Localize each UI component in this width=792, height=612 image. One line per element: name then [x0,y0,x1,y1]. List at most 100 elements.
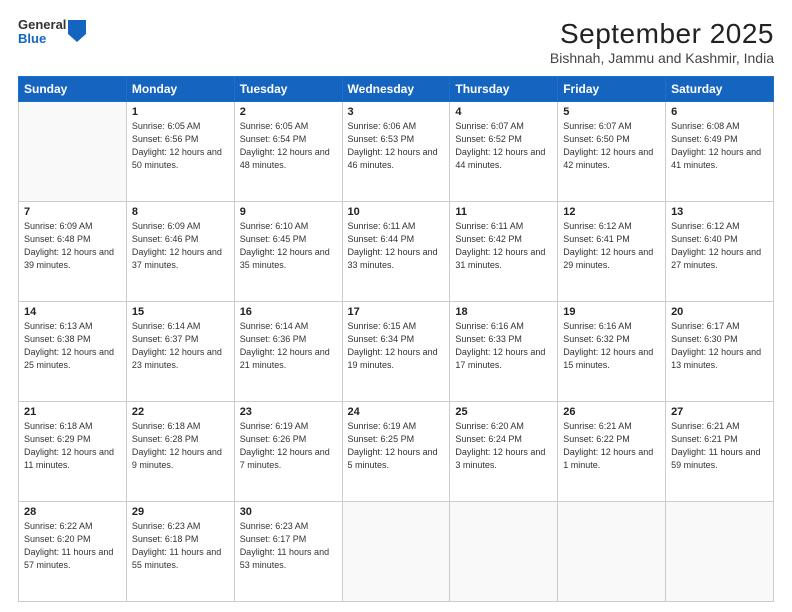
calendar-cell: 14Sunrise: 6:13 AMSunset: 6:38 PMDayligh… [19,302,127,402]
calendar-cell: 26Sunrise: 6:21 AMSunset: 6:22 PMDayligh… [558,402,666,502]
calendar-cell: 17 Sunrise: 6:15 AMSunset: 6:34 PMDayligh… [342,302,450,402]
calendar-cell: 28 Sunrise: 6:22 AMSunset: 6:20 PMDayligh… [19,502,127,602]
calendar-cell: 20 Sunrise: 6:17 AMSunset: 6:30 PMDayligh… [666,302,774,402]
calendar-cell: 15Sunrise: 6:14 AMSunset: 6:37 PMDayligh… [126,302,234,402]
day-info: Sunrise: 6:19 AMSunset: 6:25 PMDaylight:… [348,420,445,472]
title-area: September 2025 Bishnah, Jammu and Kashmi… [550,18,774,66]
calendar-cell: 7Sunrise: 6:09 AMSunset: 6:48 PMDaylight… [19,202,127,302]
weekday-header-monday: Monday [126,77,234,102]
day-info: Sunrise: 6:06 AMSunset: 6:53 PMDaylight:… [348,120,445,172]
day-info: Sunrise: 6:10 AMSunset: 6:45 PMDaylight:… [240,220,337,272]
day-number: 5 [563,106,660,118]
day-info: Sunrise: 6:20 AMSunset: 6:24 PMDaylight:… [455,420,552,472]
day-number: 24 [348,406,445,418]
day-number: 12 [563,206,660,218]
day-number: 18 [455,306,552,318]
calendar-cell: 27 Sunrise: 6:21 AMSunset: 6:21 PMDayligh… [666,402,774,502]
day-number: 11 [455,206,552,218]
day-number: 20 [671,306,768,318]
calendar-cell: 13Sunrise: 6:12 AMSunset: 6:40 PMDayligh… [666,202,774,302]
week-row-5: 28 Sunrise: 6:22 AMSunset: 6:20 PMDayligh… [19,502,774,602]
calendar-cell [19,102,127,202]
day-info: Sunrise: 6:15 AMSunset: 6:34 PMDaylight:… [348,320,445,372]
day-info: Sunrise: 6:11 AMSunset: 6:44 PMDaylight:… [348,220,445,272]
day-info: Sunrise: 6:05 AMSunset: 6:54 PMDaylight:… [240,120,337,172]
calendar-cell: 12 Sunrise: 6:12 AMSunset: 6:41 PMDayligh… [558,202,666,302]
day-info: Sunrise: 6:16 AMSunset: 6:32 PMDaylight:… [563,320,660,372]
day-info: Sunrise: 6:05 AMSunset: 6:56 PMDaylight:… [132,120,229,172]
day-info: Sunrise: 6:21 AMSunset: 6:21 PMDaylight:… [671,420,768,472]
logo-text: General Blue [18,18,66,47]
day-number: 15 [132,306,229,318]
calendar-cell: 21 Sunrise: 6:18 AMSunset: 6:29 PMDayligh… [19,402,127,502]
logo-general: General [18,18,66,32]
week-row-1: 1 Sunrise: 6:05 AMSunset: 6:56 PMDaylight… [19,102,774,202]
header-row: SundayMondayTuesdayWednesdayThursdayFrid… [19,77,774,102]
day-info: Sunrise: 6:11 AMSunset: 6:42 PMDaylight:… [455,220,552,272]
logo-blue: Blue [18,32,66,46]
day-info: Sunrise: 6:09 AMSunset: 6:46 PMDaylight:… [132,220,229,272]
calendar-cell: 30Sunrise: 6:23 AMSunset: 6:17 PMDayligh… [234,502,342,602]
day-number: 1 [132,106,229,118]
calendar-cell: 18 Sunrise: 6:16 AMSunset: 6:33 PMDayligh… [450,302,558,402]
calendar-cell: 19 Sunrise: 6:16 AMSunset: 6:32 PMDayligh… [558,302,666,402]
day-number: 23 [240,406,337,418]
day-number: 21 [24,406,121,418]
day-number: 16 [240,306,337,318]
calendar-table: SundayMondayTuesdayWednesdayThursdayFrid… [18,76,774,602]
calendar-cell [450,502,558,602]
day-number: 17 [348,306,445,318]
day-info: Sunrise: 6:14 AMSunset: 6:36 PMDaylight:… [240,320,337,372]
calendar-cell [666,502,774,602]
calendar-cell: 10 Sunrise: 6:11 AMSunset: 6:44 PMDayligh… [342,202,450,302]
day-info: Sunrise: 6:16 AMSunset: 6:33 PMDaylight:… [455,320,552,372]
header: General Blue September 2025 Bishnah, Jam… [18,18,774,66]
day-number: 29 [132,506,229,518]
weekday-header-thursday: Thursday [450,77,558,102]
logo-icon [68,20,86,42]
day-info: Sunrise: 6:08 AMSunset: 6:49 PMDaylight:… [671,120,768,172]
day-number: 10 [348,206,445,218]
day-number: 28 [24,506,121,518]
weekday-header-saturday: Saturday [666,77,774,102]
day-number: 4 [455,106,552,118]
weekday-header-wednesday: Wednesday [342,77,450,102]
day-info: Sunrise: 6:18 AMSunset: 6:29 PMDaylight:… [24,420,121,472]
calendar-cell: 4Sunrise: 6:07 AMSunset: 6:52 PMDaylight… [450,102,558,202]
day-info: Sunrise: 6:17 AMSunset: 6:30 PMDaylight:… [671,320,768,372]
day-info: Sunrise: 6:18 AMSunset: 6:28 PMDaylight:… [132,420,229,472]
day-number: 3 [348,106,445,118]
calendar-cell: 25 Sunrise: 6:20 AMSunset: 6:24 PMDayligh… [450,402,558,502]
calendar-cell: 29Sunrise: 6:23 AMSunset: 6:18 PMDayligh… [126,502,234,602]
day-info: Sunrise: 6:22 AMSunset: 6:20 PMDaylight:… [24,520,121,572]
calendar-cell: 16 Sunrise: 6:14 AMSunset: 6:36 PMDayligh… [234,302,342,402]
calendar-cell: 9 Sunrise: 6:10 AMSunset: 6:45 PMDaylight… [234,202,342,302]
week-row-3: 14Sunrise: 6:13 AMSunset: 6:38 PMDayligh… [19,302,774,402]
day-number: 19 [563,306,660,318]
page: General Blue September 2025 Bishnah, Jam… [0,0,792,612]
calendar-cell: 6 Sunrise: 6:08 AMSunset: 6:49 PMDaylight… [666,102,774,202]
day-info: Sunrise: 6:07 AMSunset: 6:50 PMDaylight:… [563,120,660,172]
weekday-header-friday: Friday [558,77,666,102]
day-number: 6 [671,106,768,118]
week-row-2: 7Sunrise: 6:09 AMSunset: 6:48 PMDaylight… [19,202,774,302]
day-number: 27 [671,406,768,418]
day-info: Sunrise: 6:12 AMSunset: 6:41 PMDaylight:… [563,220,660,272]
calendar-cell: 1 Sunrise: 6:05 AMSunset: 6:56 PMDaylight… [126,102,234,202]
calendar-cell: 24 Sunrise: 6:19 AMSunset: 6:25 PMDayligh… [342,402,450,502]
main-title: September 2025 [550,18,774,50]
day-number: 2 [240,106,337,118]
week-row-4: 21 Sunrise: 6:18 AMSunset: 6:29 PMDayligh… [19,402,774,502]
calendar-cell: 5 Sunrise: 6:07 AMSunset: 6:50 PMDaylight… [558,102,666,202]
day-number: 25 [455,406,552,418]
calendar-cell [558,502,666,602]
day-number: 14 [24,306,121,318]
calendar-cell: 8 Sunrise: 6:09 AMSunset: 6:46 PMDaylight… [126,202,234,302]
day-info: Sunrise: 6:09 AMSunset: 6:48 PMDaylight:… [24,220,121,272]
day-info: Sunrise: 6:21 AMSunset: 6:22 PMDaylight:… [563,420,660,472]
calendar-cell: 2 Sunrise: 6:05 AMSunset: 6:54 PMDaylight… [234,102,342,202]
day-number: 8 [132,206,229,218]
day-number: 9 [240,206,337,218]
day-info: Sunrise: 6:19 AMSunset: 6:26 PMDaylight:… [240,420,337,472]
day-info: Sunrise: 6:12 AMSunset: 6:40 PMDaylight:… [671,220,768,272]
